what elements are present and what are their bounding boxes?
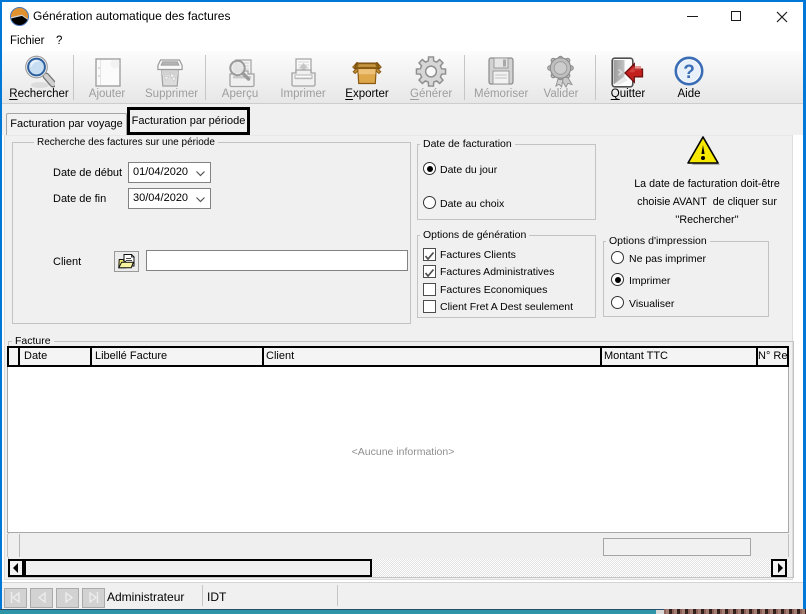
svg-text:?: ? — [683, 62, 695, 83]
